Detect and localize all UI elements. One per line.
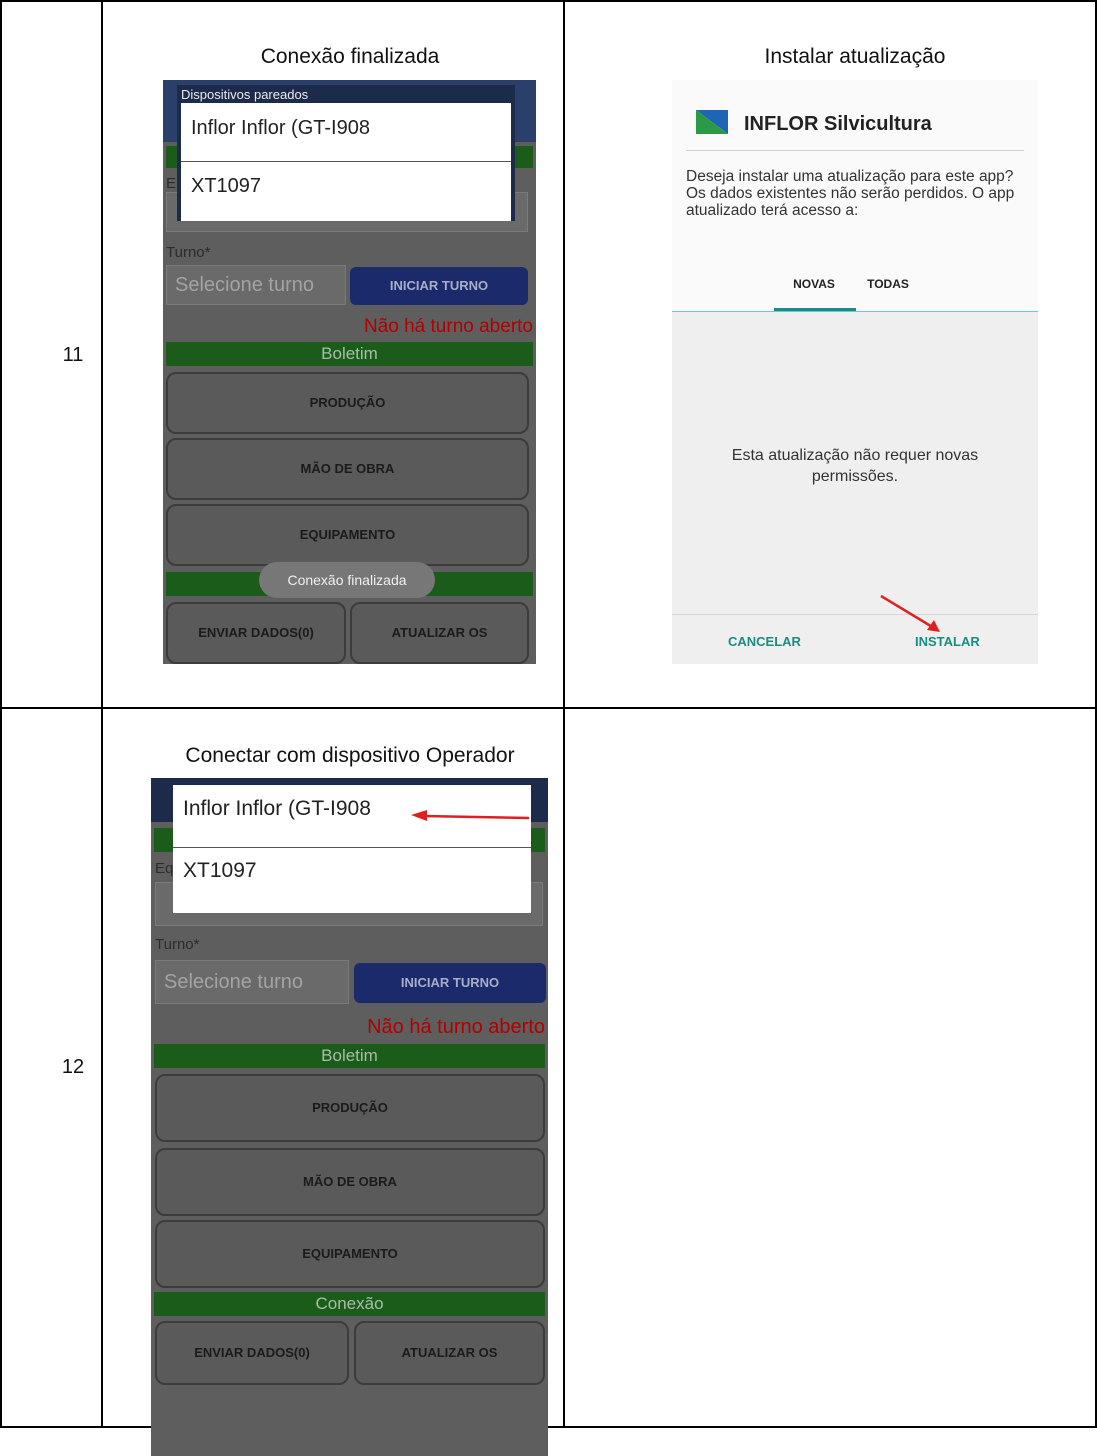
- equipamento-button[interactable]: EQUIPAMENTO: [166, 504, 529, 566]
- producao-button[interactable]: PRODUÇÃO: [166, 372, 529, 434]
- enviar-dados-button[interactable]: ENVIAR DADOS(0): [155, 1321, 349, 1385]
- phone-screenshot-connect-operator: Eq Turno* Selecione turno INICIAR TURNO …: [151, 778, 548, 1456]
- caption-conexao-finalizada: Conexão finalizada: [260, 45, 440, 68]
- table-col-divider-2: [563, 0, 565, 1428]
- toast-message: Conexão finalizada: [259, 562, 435, 598]
- turno-select[interactable]: Selecione turno: [155, 960, 349, 1004]
- table-border-top: [0, 0, 1097, 2]
- footer-divider: [672, 614, 1038, 615]
- install-update-screenshot: INFLOR Silvicultura Deseja instalar uma …: [672, 80, 1038, 664]
- atualizar-os-button[interactable]: ATUALIZAR OS: [350, 602, 529, 664]
- device-separator: [173, 847, 531, 848]
- label-equipe-partial: Eq: [155, 860, 174, 877]
- device-list: Inflor Inflor (GT-I908 XT1097: [173, 785, 531, 913]
- label-equipe-partial: E: [166, 175, 177, 192]
- equipamento-button[interactable]: EQUIPAMENTO: [155, 1220, 545, 1288]
- row-number-12: 12: [61, 1056, 85, 1078]
- mao-de-obra-button[interactable]: MÃO DE OBRA: [155, 1148, 545, 1216]
- table-border-left: [0, 0, 2, 1428]
- mao-de-obra-button[interactable]: MÃO DE OBRA: [166, 438, 529, 500]
- no-shift-message: Não há turno aberto: [367, 1016, 545, 1038]
- tab-todas[interactable]: TODAS: [858, 277, 918, 291]
- device-item-xt1097[interactable]: XT1097: [191, 175, 261, 198]
- no-shift-message: Não há turno aberto: [363, 316, 533, 337]
- device-item-xt1097[interactable]: XT1097: [183, 859, 257, 883]
- iniciar-turno-button[interactable]: INICIAR TURNO: [354, 963, 546, 1003]
- conexao-section-bar: Conexão: [154, 1292, 545, 1316]
- arrow-pointer-icon: [880, 594, 940, 632]
- dialog-title: Dispositivos pareados: [181, 87, 309, 102]
- boletim-section-bar: Boletim: [154, 1044, 545, 1068]
- caption-conectar-operador: Conectar com dispositivo Operador: [185, 744, 515, 767]
- tab-underline: [672, 311, 1038, 312]
- atualizar-os-button[interactable]: ATUALIZAR OS: [354, 1321, 545, 1385]
- row-number-11: 11: [62, 344, 84, 366]
- cancelar-button[interactable]: CANCELAR: [728, 634, 801, 649]
- boletim-section-bar: Boletim: [166, 342, 533, 366]
- paired-devices-dialog: Dispositivos pareados Inflor Inflor (GT-…: [177, 85, 515, 221]
- tab-novas[interactable]: NOVAS: [774, 277, 854, 291]
- device-list: Inflor Inflor (GT-I908 XT1097: [181, 103, 511, 221]
- table-row-divider: [0, 707, 1097, 709]
- turno-label: Turno*: [166, 244, 211, 261]
- device-item-gt-i908[interactable]: Inflor Inflor (GT-I908: [191, 117, 370, 140]
- header-divider: [686, 150, 1024, 151]
- enviar-dados-button[interactable]: ENVIAR DADOS(0): [166, 602, 346, 664]
- app-name: INFLOR Silvicultura: [744, 113, 932, 135]
- producao-button[interactable]: PRODUÇÃO: [155, 1074, 545, 1142]
- turno-label: Turno*: [155, 936, 200, 953]
- device-separator: [181, 161, 511, 162]
- turno-select[interactable]: Selecione turno: [166, 265, 346, 305]
- table-col-divider-1: [101, 0, 103, 1428]
- install-question: Deseja instalar uma atualização para est…: [686, 168, 1015, 219]
- iniciar-turno-button[interactable]: INICIAR TURNO: [350, 267, 528, 305]
- inflor-logo-icon: [696, 110, 728, 134]
- no-permissions-message: Esta atualização não requer novas permis…: [731, 447, 979, 485]
- phone-screenshot-connection-ended: E Turno* Selecione turno INICIAR TURNO N…: [163, 80, 536, 664]
- install-dialog-header: INFLOR Silvicultura Deseja instalar uma …: [672, 80, 1038, 312]
- arrow-pointer-icon: [411, 810, 530, 821]
- caption-instalar-atualizacao: Instalar atualização: [764, 45, 946, 68]
- device-item-gt-i908[interactable]: Inflor Inflor (GT-I908: [183, 797, 371, 821]
